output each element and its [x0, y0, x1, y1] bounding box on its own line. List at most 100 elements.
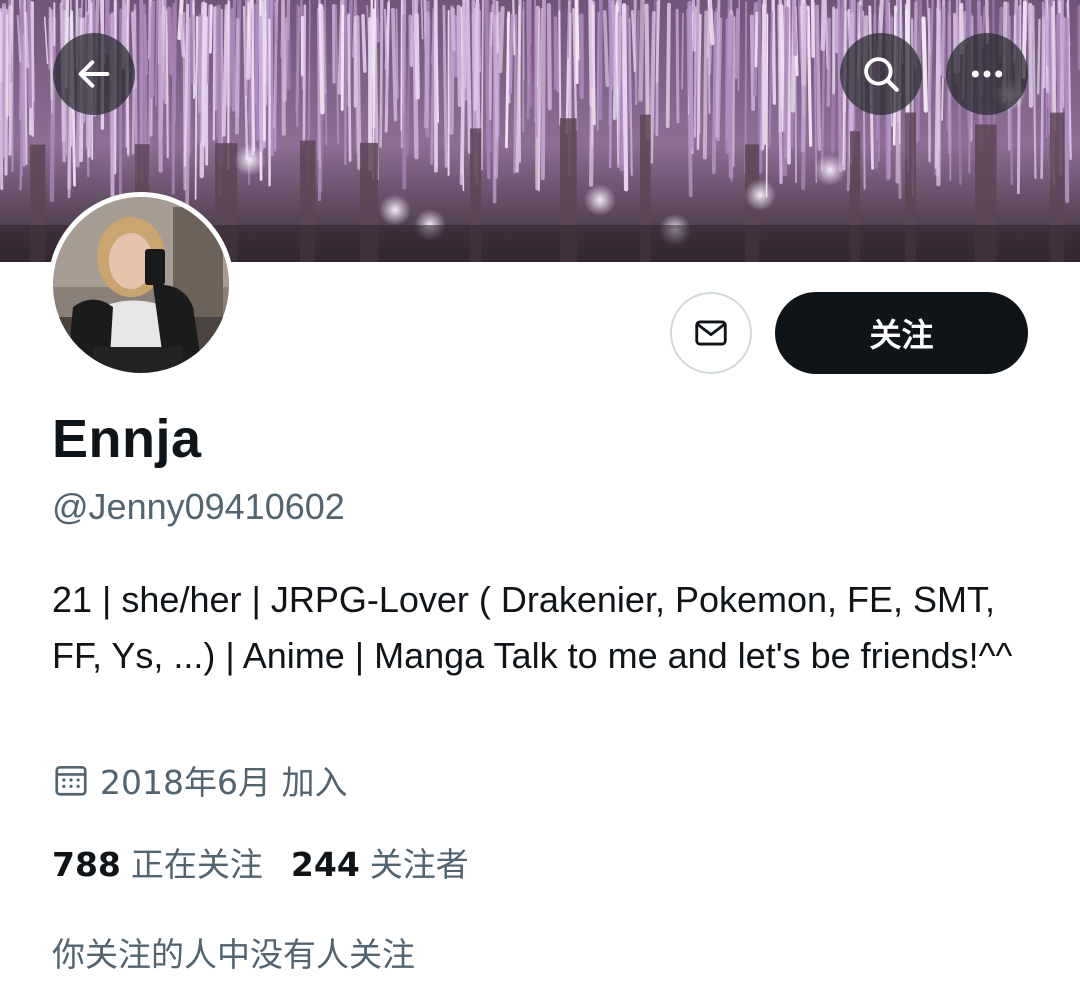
back-button[interactable] [53, 33, 135, 115]
following-count: 788 [52, 845, 121, 884]
wisteria-strand [20, 0, 25, 34]
display-name: Ennja [52, 409, 202, 469]
wisteria-strand [621, 3, 629, 192]
wisteria-strand [250, 0, 255, 156]
wisteria-strand [395, 8, 399, 100]
wisteria-strand [347, 13, 352, 162]
bio: 21 | she/her | JRPG-Lover ( Drakenier, P… [52, 579, 1013, 676]
wisteria-strand [534, 8, 539, 84]
wisteria-strand [340, 4, 345, 111]
lamp-glow [584, 184, 616, 216]
wisteria-strand [206, 4, 210, 84]
wisteria-strand [166, 6, 174, 76]
wisteria-strand [681, 12, 684, 90]
wisteria-strand [344, 15, 350, 84]
wisteria-strand [558, 10, 562, 126]
wisteria-strand [413, 0, 419, 46]
wisteria-strand [687, 0, 694, 149]
wisteria-strand [302, 4, 307, 145]
wisteria-strand [423, 11, 430, 129]
follow-stats: 788 正在关注 244 关注者 [52, 838, 497, 886]
wisteria-strand [512, 0, 516, 56]
more-button[interactable] [946, 33, 1028, 115]
wisteria-strand [196, 13, 203, 144]
more-horizontal-icon [971, 70, 1003, 78]
wisteria-strand [730, 13, 734, 182]
lamp-glow [234, 144, 266, 176]
message-button[interactable] [670, 292, 752, 374]
avatar-photo [53, 197, 229, 373]
wisteria-strand [253, 3, 260, 141]
wisteria-strand [450, 5, 456, 52]
wisteria-strand [782, 6, 790, 177]
wisteria-strand [815, 4, 822, 151]
arrow-left-icon [78, 60, 110, 88]
followers-label: 关注者 [369, 845, 469, 884]
wisteria-strand [800, 2, 808, 153]
followers-count: 244 [290, 845, 360, 884]
follow-button[interactable]: 关注 [775, 292, 1028, 374]
wisteria-strand [212, 6, 216, 141]
wisteria-strand [26, 0, 33, 109]
mail-icon [695, 320, 727, 346]
wisteria-strand [162, 0, 169, 105]
wisteria-strand [540, 0, 547, 181]
wisteria-strand [588, 0, 593, 88]
wisteria-strand [675, 8, 680, 124]
wisteria-strand [820, 0, 826, 52]
wisteria-strand [754, 11, 759, 68]
wisteria-strand [757, 0, 763, 174]
wisteria-strand [696, 0, 701, 134]
wisteria-strand [498, 5, 505, 74]
wisteria-strand [379, 0, 384, 148]
wisteria-strand [355, 14, 362, 170]
wisteria-strand [638, 0, 645, 102]
wisteria-strand [171, 3, 176, 195]
wisteria-strand [1036, 18, 1041, 95]
wisteria-strand [182, 11, 187, 191]
wisteria-strand [602, 10, 610, 88]
wisteria-strand [216, 4, 223, 164]
avatar[interactable] [48, 192, 234, 378]
wisteria-strand [286, 6, 291, 91]
wisteria-strand [400, 0, 403, 132]
wisteria-strand [518, 5, 522, 163]
search-button[interactable] [840, 33, 922, 115]
calendar-icon [55, 765, 87, 796]
wisteria-strand [791, 0, 798, 57]
wisteria-strand [30, 2, 35, 86]
followers-link[interactable]: 244 关注者 [291, 838, 469, 886]
wisteria-strand [173, 0, 177, 125]
following-link[interactable]: 788 正在关注 [52, 838, 263, 886]
wisteria-strand [526, 0, 531, 78]
wisteria-strand [295, 4, 299, 114]
wisteria-strand [693, 6, 697, 138]
wisteria-strand [771, 0, 777, 105]
wisteria-strand [1062, 17, 1065, 109]
wisteria-strand [936, 7, 940, 152]
wisteria-strand [826, 17, 831, 107]
wisteria-strand [245, 0, 252, 80]
joined-date-row: 2018年6月 加入 [52, 756, 347, 804]
wisteria-strand [280, 0, 286, 136]
wisteria-strand [665, 2, 671, 129]
wisteria-strand [608, 0, 614, 91]
wisteria-strand [761, 3, 768, 145]
wisteria-strand [921, 16, 928, 113]
wisteria-strand [149, 0, 156, 99]
following-label: 正在关注 [130, 845, 263, 884]
wisteria-strand [361, 14, 367, 73]
wisteria-strand [508, 13, 514, 95]
lamp-glow [379, 194, 411, 226]
wisteria-strand [488, 11, 493, 121]
wisteria-strand [194, 15, 198, 200]
wisteria-strand [702, 10, 709, 160]
wisteria-strand [456, 4, 462, 107]
lamp-glow [744, 179, 776, 211]
handle: @Jenny09410602 [52, 486, 345, 527]
wisteria-strand [157, 0, 163, 173]
wisteria-strand [207, 4, 213, 54]
wisteria-strand [1052, 0, 1057, 132]
wisteria-strand [462, 0, 468, 101]
wisteria-strand [19, 18, 24, 121]
